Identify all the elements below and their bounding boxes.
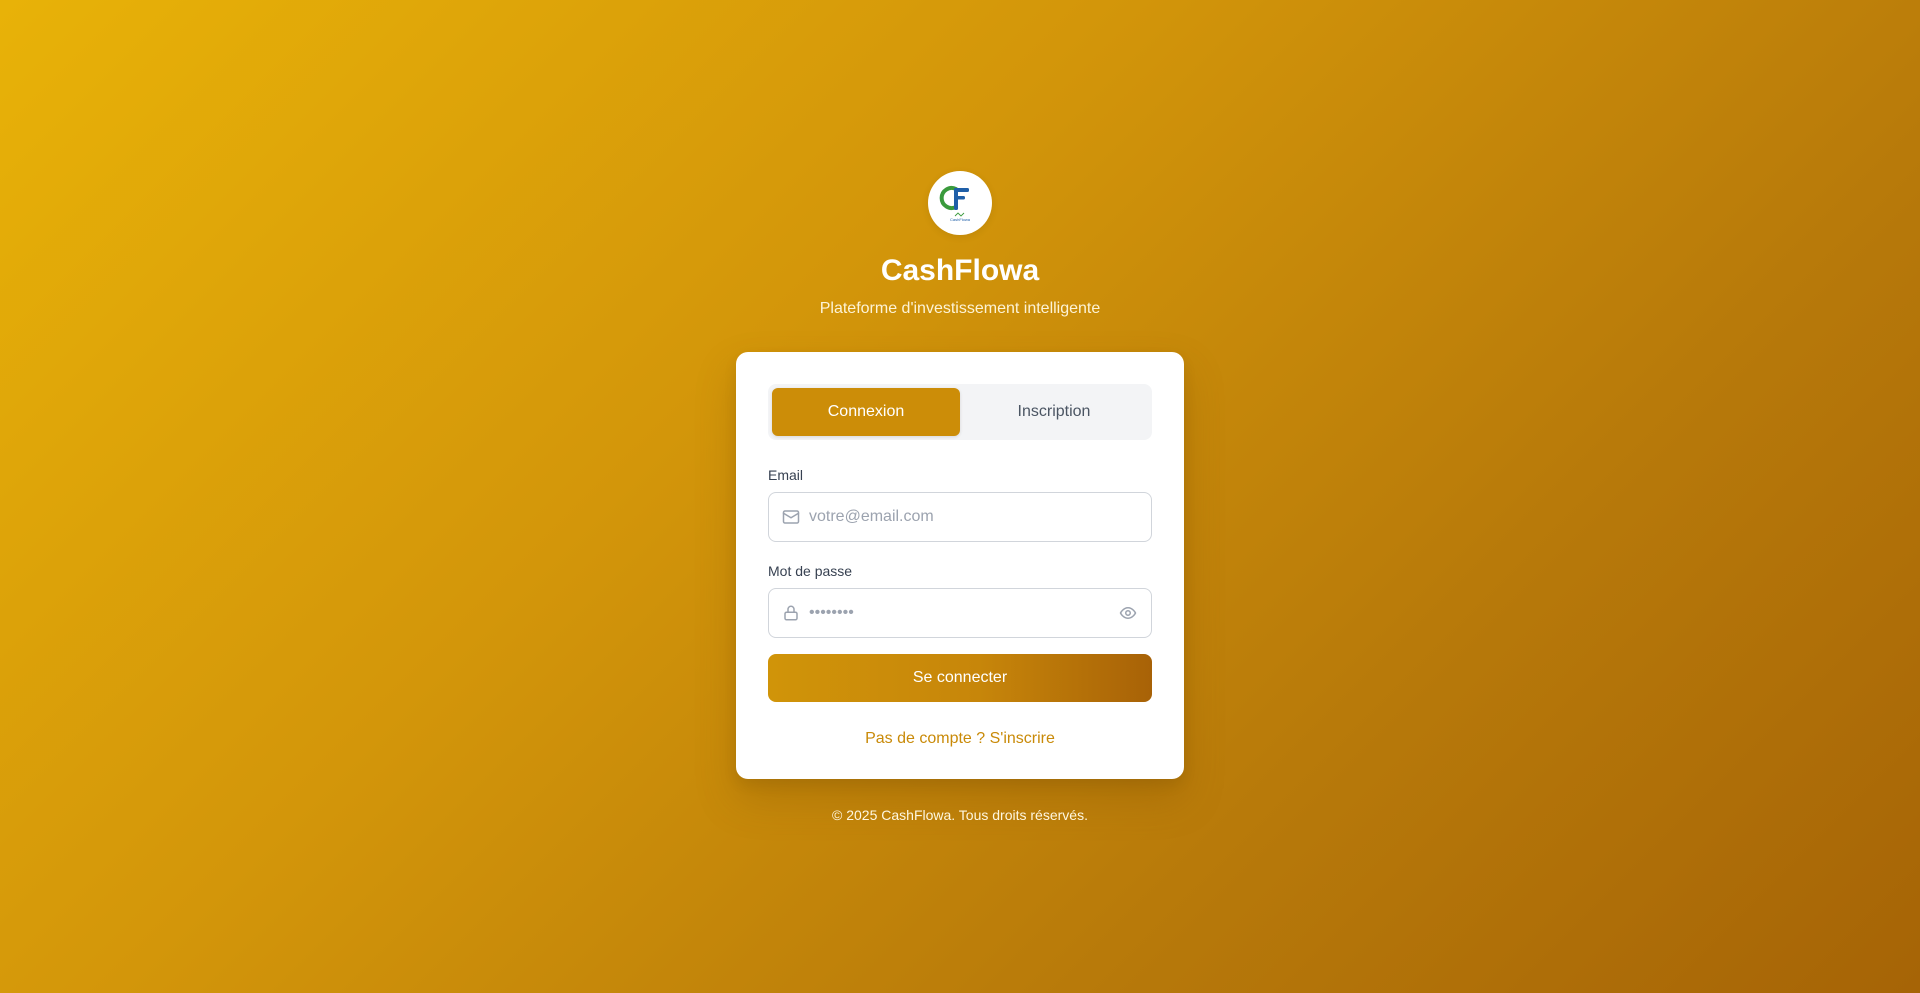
login-page: CashFlowa CashFlowa Plateforme d'investi… xyxy=(0,0,1920,824)
auth-tabs: Connexion Inscription xyxy=(768,384,1152,440)
password-label: Mot de passe xyxy=(768,563,853,579)
email-input[interactable] xyxy=(809,502,1139,532)
password-field-wrapper xyxy=(768,588,1152,638)
email-field-wrapper xyxy=(768,492,1152,542)
mail-icon xyxy=(781,507,801,527)
eye-icon[interactable] xyxy=(1117,602,1139,624)
app-subtitle: Plateforme d'investissement intelligente xyxy=(819,300,1101,317)
login-card: Connexion Inscription Email Mot de passe xyxy=(736,352,1184,779)
password-input[interactable] xyxy=(809,598,1117,628)
cashflowa-logo: CashFlowa xyxy=(928,171,992,235)
email-label: Email xyxy=(768,467,804,483)
app-title: CashFlowa xyxy=(880,254,1040,287)
login-button[interactable]: Se connecter xyxy=(768,654,1152,702)
tab-connexion[interactable]: Connexion xyxy=(772,388,960,436)
tab-inscription[interactable]: Inscription xyxy=(960,388,1148,436)
footer-copyright: © 2025 CashFlowa. Tous droits réservés. xyxy=(832,807,1088,823)
svg-text:CashFlowa: CashFlowa xyxy=(950,217,971,222)
lock-icon xyxy=(781,603,801,623)
signup-link[interactable]: Pas de compte ? S'inscrire xyxy=(768,729,1152,749)
cf-logo-icon: CashFlowa xyxy=(939,186,971,222)
